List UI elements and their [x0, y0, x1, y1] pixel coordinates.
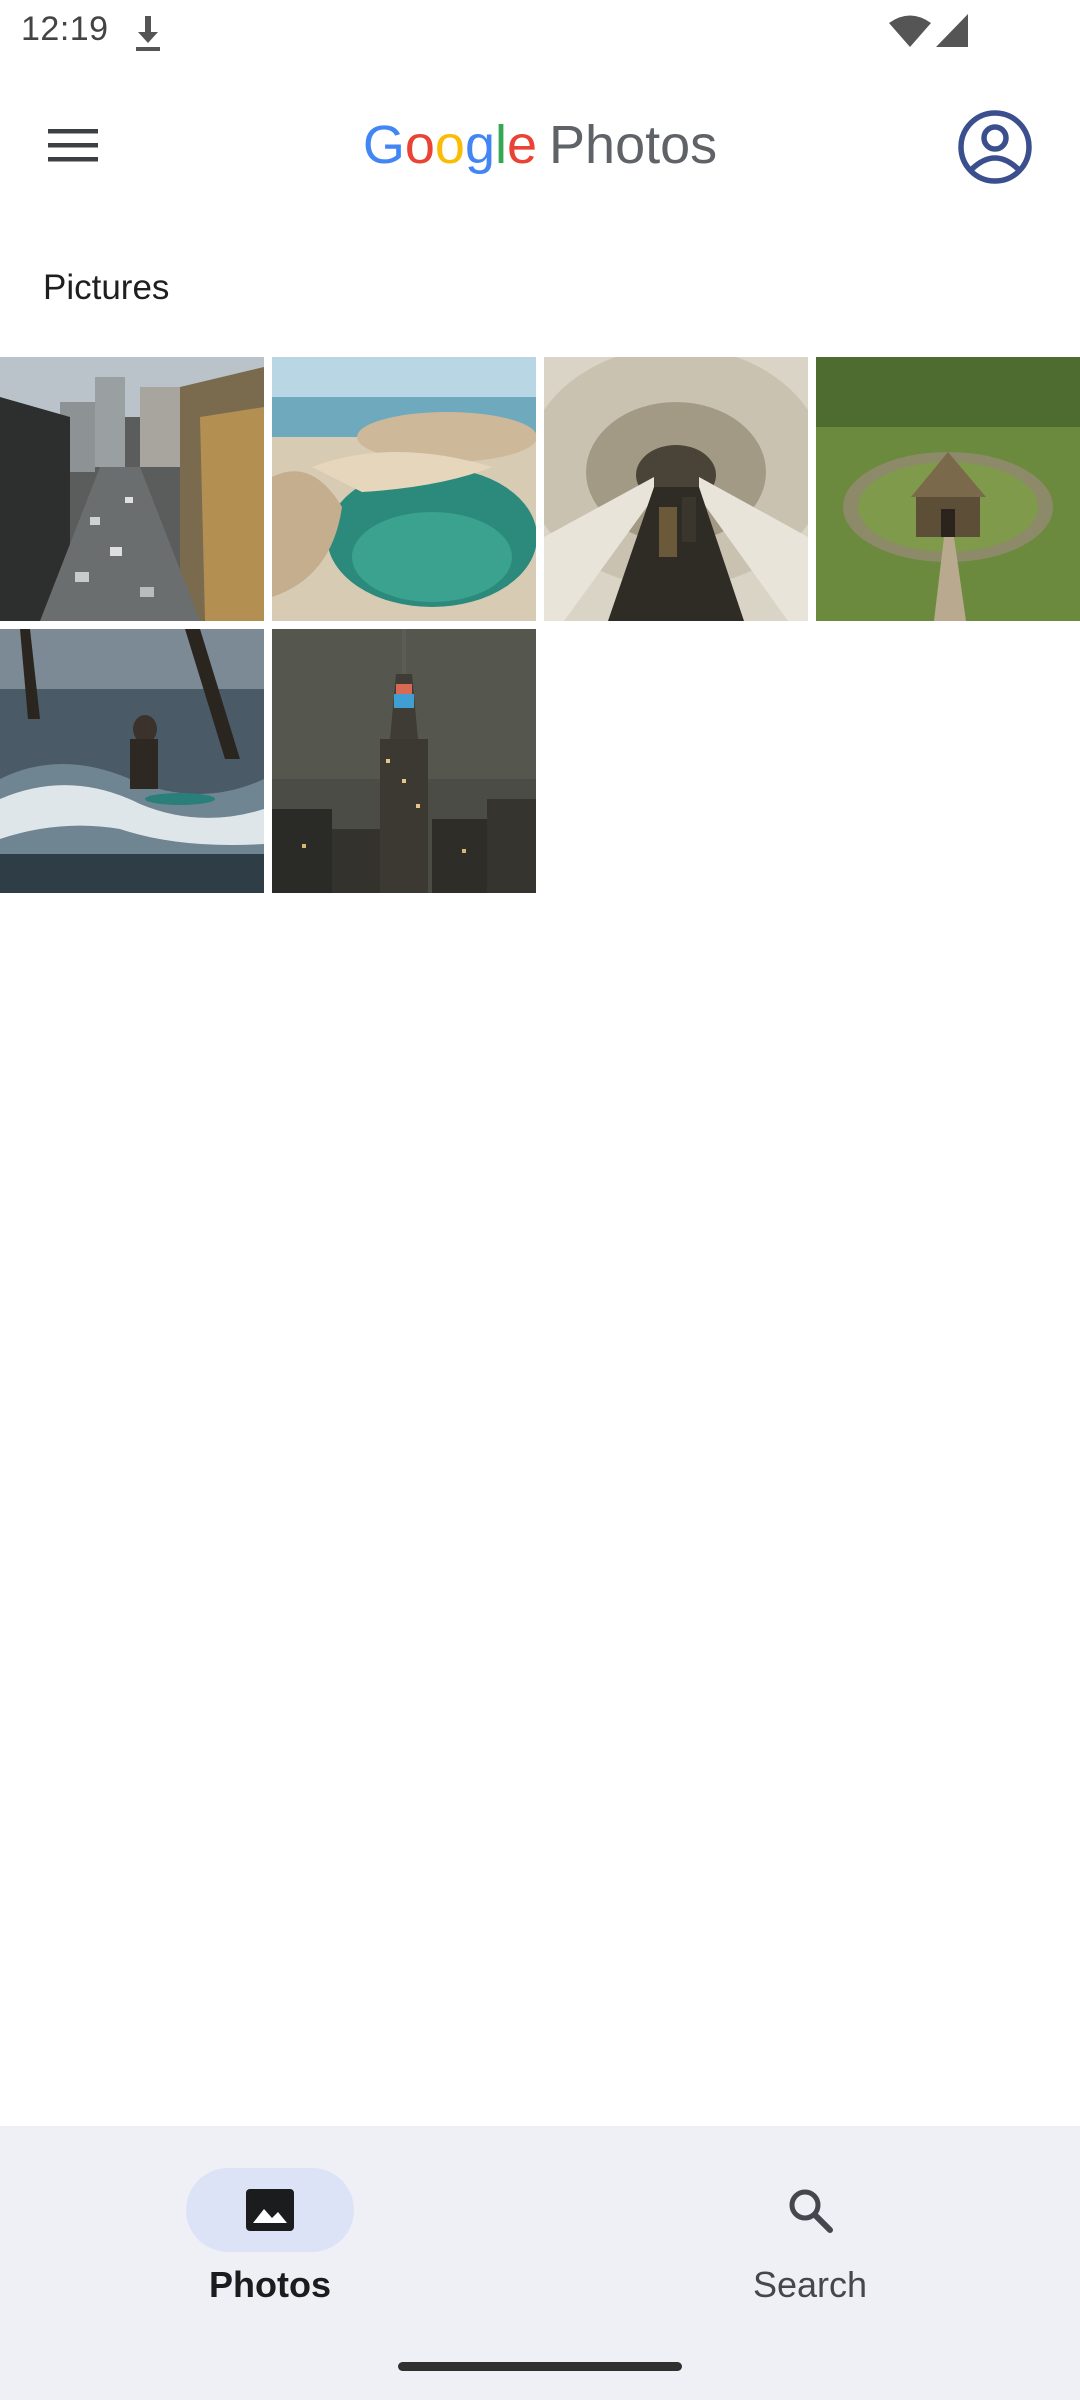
account-button[interactable] — [952, 104, 1038, 190]
screen: 12:19 Google Photos Pictures Photos Sear… — [0, 0, 1080, 2400]
photo-beach-cove — [272, 357, 536, 621]
photo-night-skyline — [272, 629, 536, 893]
wifi-icon — [889, 15, 931, 47]
status-bar: 12:19 — [0, 0, 1080, 64]
google-logo: Google — [362, 115, 538, 175]
photo-surfer — [0, 629, 264, 893]
photo-thumbnail[interactable] — [272, 357, 536, 621]
cellular-signal-icon — [936, 14, 968, 47]
app-bar: Google Photos — [0, 80, 1080, 210]
photo-turf-house — [816, 357, 1080, 621]
photo-thumbnail[interactable] — [0, 629, 264, 893]
download-icon — [136, 16, 160, 51]
section-title: Pictures — [43, 268, 170, 307]
photo-city-street — [0, 357, 264, 621]
app-title: Google Photos — [0, 110, 1080, 180]
home-indicator[interactable] — [398, 2362, 682, 2371]
search-icon — [789, 2189, 833, 2233]
nav-label-search: Search — [752, 2264, 868, 2305]
status-time: 12:19 — [21, 10, 109, 48]
nav-icon-container — [726, 2168, 894, 2252]
nav-item-search[interactable]: Search — [660, 2146, 960, 2316]
photo-thumbnail[interactable] — [544, 357, 808, 621]
photo-icon — [246, 2189, 294, 2231]
nav-active-indicator — [186, 2168, 354, 2252]
bottom-navigation: Photos Search — [0, 2126, 1080, 2400]
app-title-suffix: Photos — [549, 115, 718, 175]
photo-thumbnail[interactable] — [816, 357, 1080, 621]
photo-escalator-tunnel — [544, 357, 808, 621]
photo-thumbnail[interactable] — [0, 357, 264, 621]
nav-item-photos[interactable]: Photos — [120, 2146, 420, 2316]
account-circle-icon — [958, 110, 1032, 184]
nav-label-photos: Photos — [209, 2264, 331, 2305]
photo-thumbnail[interactable] — [272, 629, 536, 893]
